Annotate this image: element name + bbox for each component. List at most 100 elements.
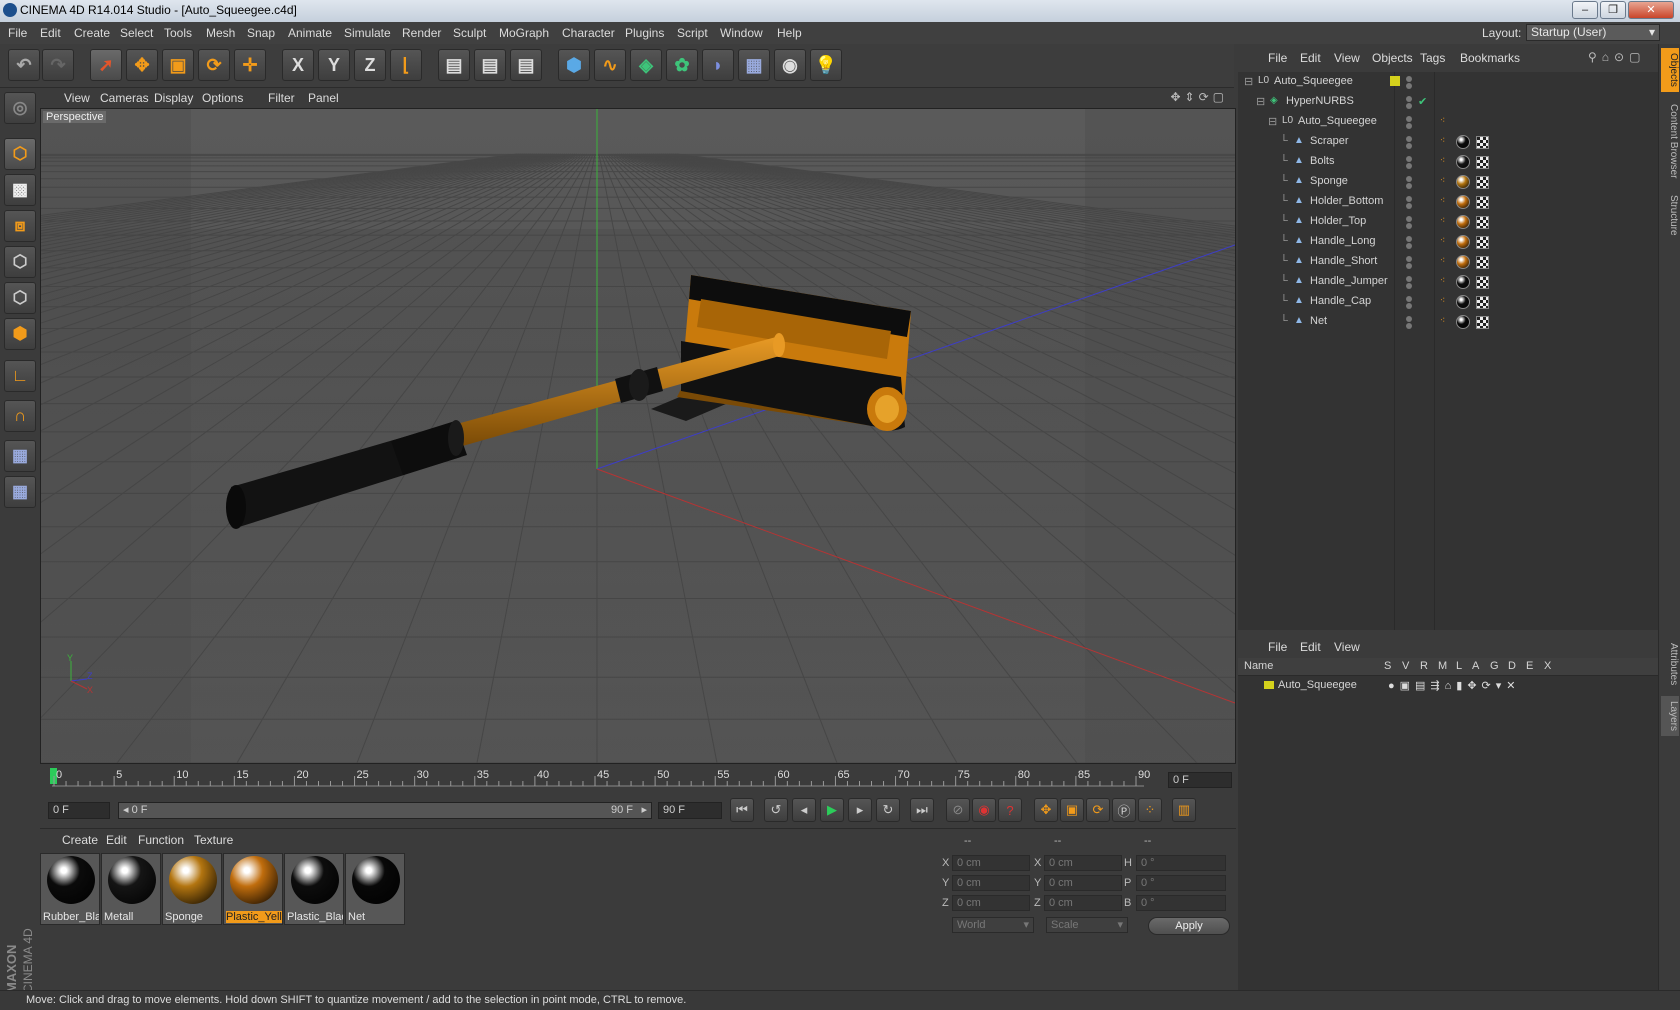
object-row[interactable]: └ ▲ Handle_Jumper ⁖ — [1238, 272, 1658, 292]
object-row[interactable]: └ ▲ Bolts ⁖ — [1238, 152, 1658, 172]
texture-tag-icon[interactable] — [1476, 136, 1489, 149]
rot-b-field[interactable]: 0 ° — [1136, 895, 1226, 911]
position-key-button[interactable]: ✥ — [1034, 798, 1058, 822]
size-z-field[interactable]: 0 cm — [1044, 895, 1122, 911]
array-button[interactable]: ✿ — [666, 49, 698, 81]
undo-button[interactable]: ↶ — [8, 49, 40, 81]
axis-mode-button[interactable]: ∟ — [4, 360, 36, 392]
texture-tag-icon[interactable] — [1476, 216, 1489, 229]
texture-tag-icon[interactable] — [1476, 296, 1489, 309]
spline-pen-button[interactable]: ∿ — [594, 49, 626, 81]
layer-row[interactable]: Auto_Squeegee ●▣▤⇶⌂▮✥⟳▾✕ — [1238, 676, 1658, 696]
tab-structure[interactable]: Structure — [1661, 190, 1679, 240]
object-name[interactable]: Handle_Short — [1310, 255, 1377, 267]
object-name[interactable]: Holder_Top — [1310, 215, 1366, 227]
object-name[interactable]: Scraper — [1310, 135, 1349, 147]
phong-tag-icon[interactable]: ⁖ — [1440, 115, 1445, 126]
make-editable-button[interactable]: ◎ — [4, 92, 36, 124]
render-visibility-dot[interactable] — [1406, 303, 1412, 309]
perspective-viewport[interactable]: Y Z X Perspective — [40, 108, 1236, 764]
deformer-button[interactable]: ◗ — [702, 49, 734, 81]
object-row[interactable]: └ ▲ Sponge ⁖ — [1238, 172, 1658, 192]
minimize-button[interactable]: – — [1572, 1, 1598, 19]
render-visibility-dot[interactable] — [1406, 103, 1412, 109]
editor-visibility-dot[interactable] — [1406, 256, 1412, 262]
tab-attributes[interactable]: Attributes — [1661, 636, 1679, 692]
editor-visibility-dot[interactable] — [1406, 156, 1412, 162]
apply-button[interactable]: Apply — [1148, 917, 1230, 935]
editor-visibility-dot[interactable] — [1406, 296, 1412, 302]
material-menu-create[interactable]: Create — [62, 833, 98, 847]
render-visibility-dot[interactable] — [1406, 123, 1412, 129]
object-row[interactable]: └ ▲ Net ⁖ — [1238, 312, 1658, 332]
auto-keying-button[interactable]: ◉ — [972, 798, 996, 822]
locked-workplane-button[interactable]: ▦ — [4, 440, 36, 472]
render-visibility-dot[interactable] — [1406, 163, 1412, 169]
viewport-menu-cameras[interactable]: Cameras — [100, 91, 149, 105]
redo-button[interactable]: ↷ — [42, 49, 74, 81]
coordinate-system-button[interactable]: ⌊ — [390, 49, 422, 81]
object-row[interactable]: └ ▲ Handle_Cap ⁖ — [1238, 292, 1658, 312]
editor-visibility-dot[interactable] — [1406, 236, 1412, 242]
current-frame-field[interactable]: 0 F — [1168, 772, 1232, 788]
y-axis-lock-button[interactable]: Y — [318, 49, 350, 81]
scale-key-button[interactable]: ▣ — [1060, 798, 1084, 822]
editor-visibility-dot[interactable] — [1406, 96, 1412, 102]
material-tag-icon[interactable] — [1456, 215, 1470, 229]
x-axis-lock-button[interactable]: X — [282, 49, 314, 81]
camera-button[interactable]: ◉ — [774, 49, 806, 81]
render-visibility-dot[interactable] — [1406, 183, 1412, 189]
timeline-ticks[interactable]: 0 5 10 15 20 25 30 35 40 45 50 55 60 65 70 75 80 85 90 — [40, 766, 1150, 792]
texture-tag-icon[interactable] — [1476, 276, 1489, 289]
phong-tag-icon[interactable]: ⁖ — [1440, 175, 1445, 186]
object-row[interactable]: └ ▲ Handle_Short ⁖ — [1238, 252, 1658, 272]
preview-range-slider[interactable]: ◂ 0 F 90 F ▸ — [118, 802, 652, 819]
model-mode-button[interactable]: ⬡ — [4, 138, 36, 170]
menu-character[interactable]: Character — [562, 26, 615, 40]
recent-tool-button[interactable]: ✛ — [234, 49, 266, 81]
object-row[interactable]: └ ▲ Holder_Top ⁖ — [1238, 212, 1658, 232]
collapse-icon[interactable]: ⊟ — [1268, 115, 1277, 128]
viewport-menu-options[interactable]: Options — [202, 91, 243, 105]
material-tag-icon[interactable] — [1456, 275, 1470, 289]
menu-plugins[interactable]: Plugins — [625, 26, 664, 40]
rotation-key-button[interactable]: ⟳ — [1086, 798, 1110, 822]
collapse-icon[interactable]: ⊟ — [1256, 95, 1265, 108]
editor-visibility-dot[interactable] — [1406, 316, 1412, 322]
texture-tag-icon[interactable] — [1476, 196, 1489, 209]
layers-menu-file[interactable]: File — [1268, 640, 1287, 654]
live-selection-button[interactable]: ➚ — [90, 49, 122, 81]
menu-tools[interactable]: Tools — [164, 26, 192, 40]
editor-visibility-dot[interactable] — [1406, 116, 1412, 122]
objects-menu-edit[interactable]: Edit — [1300, 51, 1321, 65]
menu-select[interactable]: Select — [120, 26, 153, 40]
record-keys-button[interactable]: ⊘ — [946, 798, 970, 822]
object-name[interactable]: HyperNURBS — [1286, 95, 1354, 107]
material-sponge[interactable]: Sponge — [162, 853, 222, 925]
object-row[interactable]: ⊟ L0 Auto_Squeegee — [1238, 72, 1658, 92]
texture-tag-icon[interactable] — [1476, 156, 1489, 169]
editor-visibility-dot[interactable] — [1406, 76, 1412, 82]
move-tool-button[interactable]: ✥ — [126, 49, 158, 81]
material-plastic-yellow[interactable]: Plastic_Yell — [223, 853, 283, 925]
next-key-button[interactable]: ↻ — [876, 798, 900, 822]
menu-simulate[interactable]: Simulate — [344, 26, 391, 40]
phong-tag-icon[interactable]: ⁖ — [1440, 255, 1445, 266]
material-tag-icon[interactable] — [1456, 155, 1470, 169]
floor-button[interactable]: ▦ — [738, 49, 770, 81]
object-name[interactable]: Auto_Squeegee — [1298, 115, 1377, 127]
collapse-icon[interactable]: ⊟ — [1244, 75, 1253, 88]
size-y-field[interactable]: 0 cm — [1044, 875, 1122, 891]
phong-tag-icon[interactable]: ⁖ — [1440, 315, 1445, 326]
texture-tag-icon[interactable] — [1476, 176, 1489, 189]
close-button[interactable]: ✕ — [1628, 1, 1674, 19]
phong-tag-icon[interactable]: ⁖ — [1440, 195, 1445, 206]
phong-tag-icon[interactable]: ⁖ — [1440, 155, 1445, 166]
coordinate-space-select[interactable]: World ▾ — [952, 917, 1034, 933]
size-mode-select[interactable]: Scale ▾ — [1046, 917, 1128, 933]
editor-visibility-dot[interactable] — [1406, 176, 1412, 182]
object-name[interactable]: Handle_Cap — [1310, 295, 1371, 307]
restore-button[interactable]: ❐ — [1600, 1, 1626, 19]
objects-menu-bookmarks[interactable]: Bookmarks — [1460, 51, 1520, 65]
planar-workplane-button[interactable]: ▦ — [4, 476, 36, 508]
